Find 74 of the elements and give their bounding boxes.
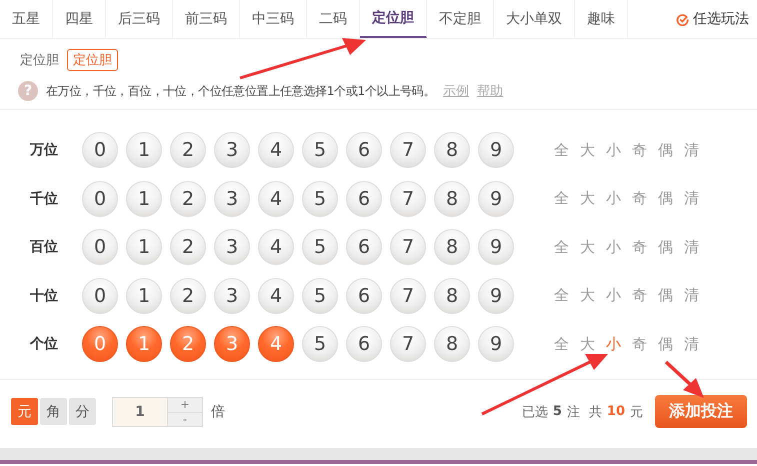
play-tab[interactable]: 中三码 xyxy=(240,0,307,38)
number-ball[interactable]: 1 xyxy=(126,132,162,168)
number-ball[interactable]: 5 xyxy=(302,180,338,217)
play-tab[interactable]: 前三码 xyxy=(173,0,240,38)
number-ball[interactable]: 8 xyxy=(434,326,470,362)
summary-label: 已选 xyxy=(522,404,548,420)
number-ball[interactable]: 3 xyxy=(214,132,250,168)
number-ball[interactable]: 2 xyxy=(170,229,206,266)
number-ball[interactable]: 5 xyxy=(302,229,338,266)
number-ball[interactable]: 4 xyxy=(258,132,294,168)
sub-group-label: 定位胆 xyxy=(20,52,59,69)
number-ball[interactable]: 6 xyxy=(346,326,382,362)
play-tab[interactable]: 趣味 xyxy=(575,0,628,38)
number-ball[interactable]: 7 xyxy=(390,180,426,217)
bet-amount: 10 xyxy=(606,404,625,419)
number-ball[interactable]: 5 xyxy=(302,132,338,168)
number-ball[interactable]: 0 xyxy=(82,132,118,168)
number-ball[interactable]: 7 xyxy=(390,132,426,168)
summary-label: 注 xyxy=(566,404,580,420)
number-ball[interactable]: 2 xyxy=(170,278,206,314)
position-label: 个位 xyxy=(28,335,59,354)
number-ball[interactable]: 9 xyxy=(478,180,514,217)
number-ball[interactable]: 7 xyxy=(390,229,426,266)
custom-play-link[interactable]: 任选玩法 xyxy=(676,0,757,38)
number-ball[interactable]: 3 xyxy=(214,278,250,314)
number-ball[interactable]: 6 xyxy=(346,132,382,168)
number-ball[interactable]: 4 xyxy=(258,180,294,217)
help-icon: ? xyxy=(18,81,38,101)
number-ball[interactable]: 7 xyxy=(390,326,426,362)
number-ball[interactable]: 0 xyxy=(82,180,118,217)
annotation-arrow xyxy=(664,360,704,398)
number-ball[interactable]: 4 xyxy=(258,278,294,314)
number-ball[interactable]: 5 xyxy=(302,326,338,362)
position-label: 万位 xyxy=(28,141,59,160)
number-ball[interactable]: 3 xyxy=(214,180,250,217)
number-ball[interactable]: 6 xyxy=(346,278,382,314)
number-ball[interactable]: 5 xyxy=(302,278,338,314)
number-ball[interactable]: 9 xyxy=(478,132,514,168)
number-ball[interactable]: 0 xyxy=(82,229,118,266)
number-ball[interactable]: 3 xyxy=(214,229,250,266)
position-label: 百位 xyxy=(29,238,59,256)
summary-label: 元 xyxy=(630,404,643,420)
position-label: 千位 xyxy=(29,190,59,208)
number-ball[interactable]: 7 xyxy=(390,278,426,314)
unit-toggle[interactable]: 角 xyxy=(40,398,67,425)
summary-label: 共 xyxy=(588,404,602,420)
number-ball[interactable]: 2 xyxy=(170,180,206,217)
play-tab[interactable]: 后三码 xyxy=(106,0,173,38)
play-tab[interactable]: 四星 xyxy=(53,0,106,38)
play-tab[interactable]: 大小单双 xyxy=(494,0,575,38)
check-circle-icon xyxy=(676,12,689,26)
rule-hint: 在万位，千位，百位，十位，个位任意位置上任意选择1个或1个以上号码。 xyxy=(46,82,436,100)
number-ball[interactable]: 4 xyxy=(258,229,294,266)
number-ball[interactable]: 8 xyxy=(434,180,470,217)
number-ball[interactable]: 8 xyxy=(434,278,470,314)
number-ball[interactable]: 1 xyxy=(126,278,162,314)
position-label: 十位 xyxy=(29,286,59,305)
number-ball[interactable]: 9 xyxy=(478,278,514,314)
number-ball[interactable]: 6 xyxy=(346,180,382,217)
number-ball[interactable]: 9 xyxy=(478,326,514,362)
play-tab[interactable]: 不定胆 xyxy=(427,0,494,38)
unit-toggle[interactable]: 分 xyxy=(69,398,96,425)
number-ball[interactable]: 8 xyxy=(434,229,470,266)
number-ball[interactable]: 0 xyxy=(82,278,118,314)
number-ball[interactable]: 6 xyxy=(346,229,382,266)
play-tab[interactable]: 定位胆 xyxy=(360,0,427,38)
number-ball[interactable]: 8 xyxy=(434,132,470,168)
play-tab[interactable]: 五星 xyxy=(0,0,53,38)
bet-count: 5 xyxy=(552,404,562,419)
number-ball[interactable]: 1 xyxy=(126,180,162,217)
number-ball[interactable]: 2 xyxy=(170,132,206,168)
number-ball[interactable]: 1 xyxy=(126,229,162,266)
multiplier-unit: 倍 xyxy=(211,402,225,420)
number-ball[interactable]: 9 xyxy=(478,229,514,266)
